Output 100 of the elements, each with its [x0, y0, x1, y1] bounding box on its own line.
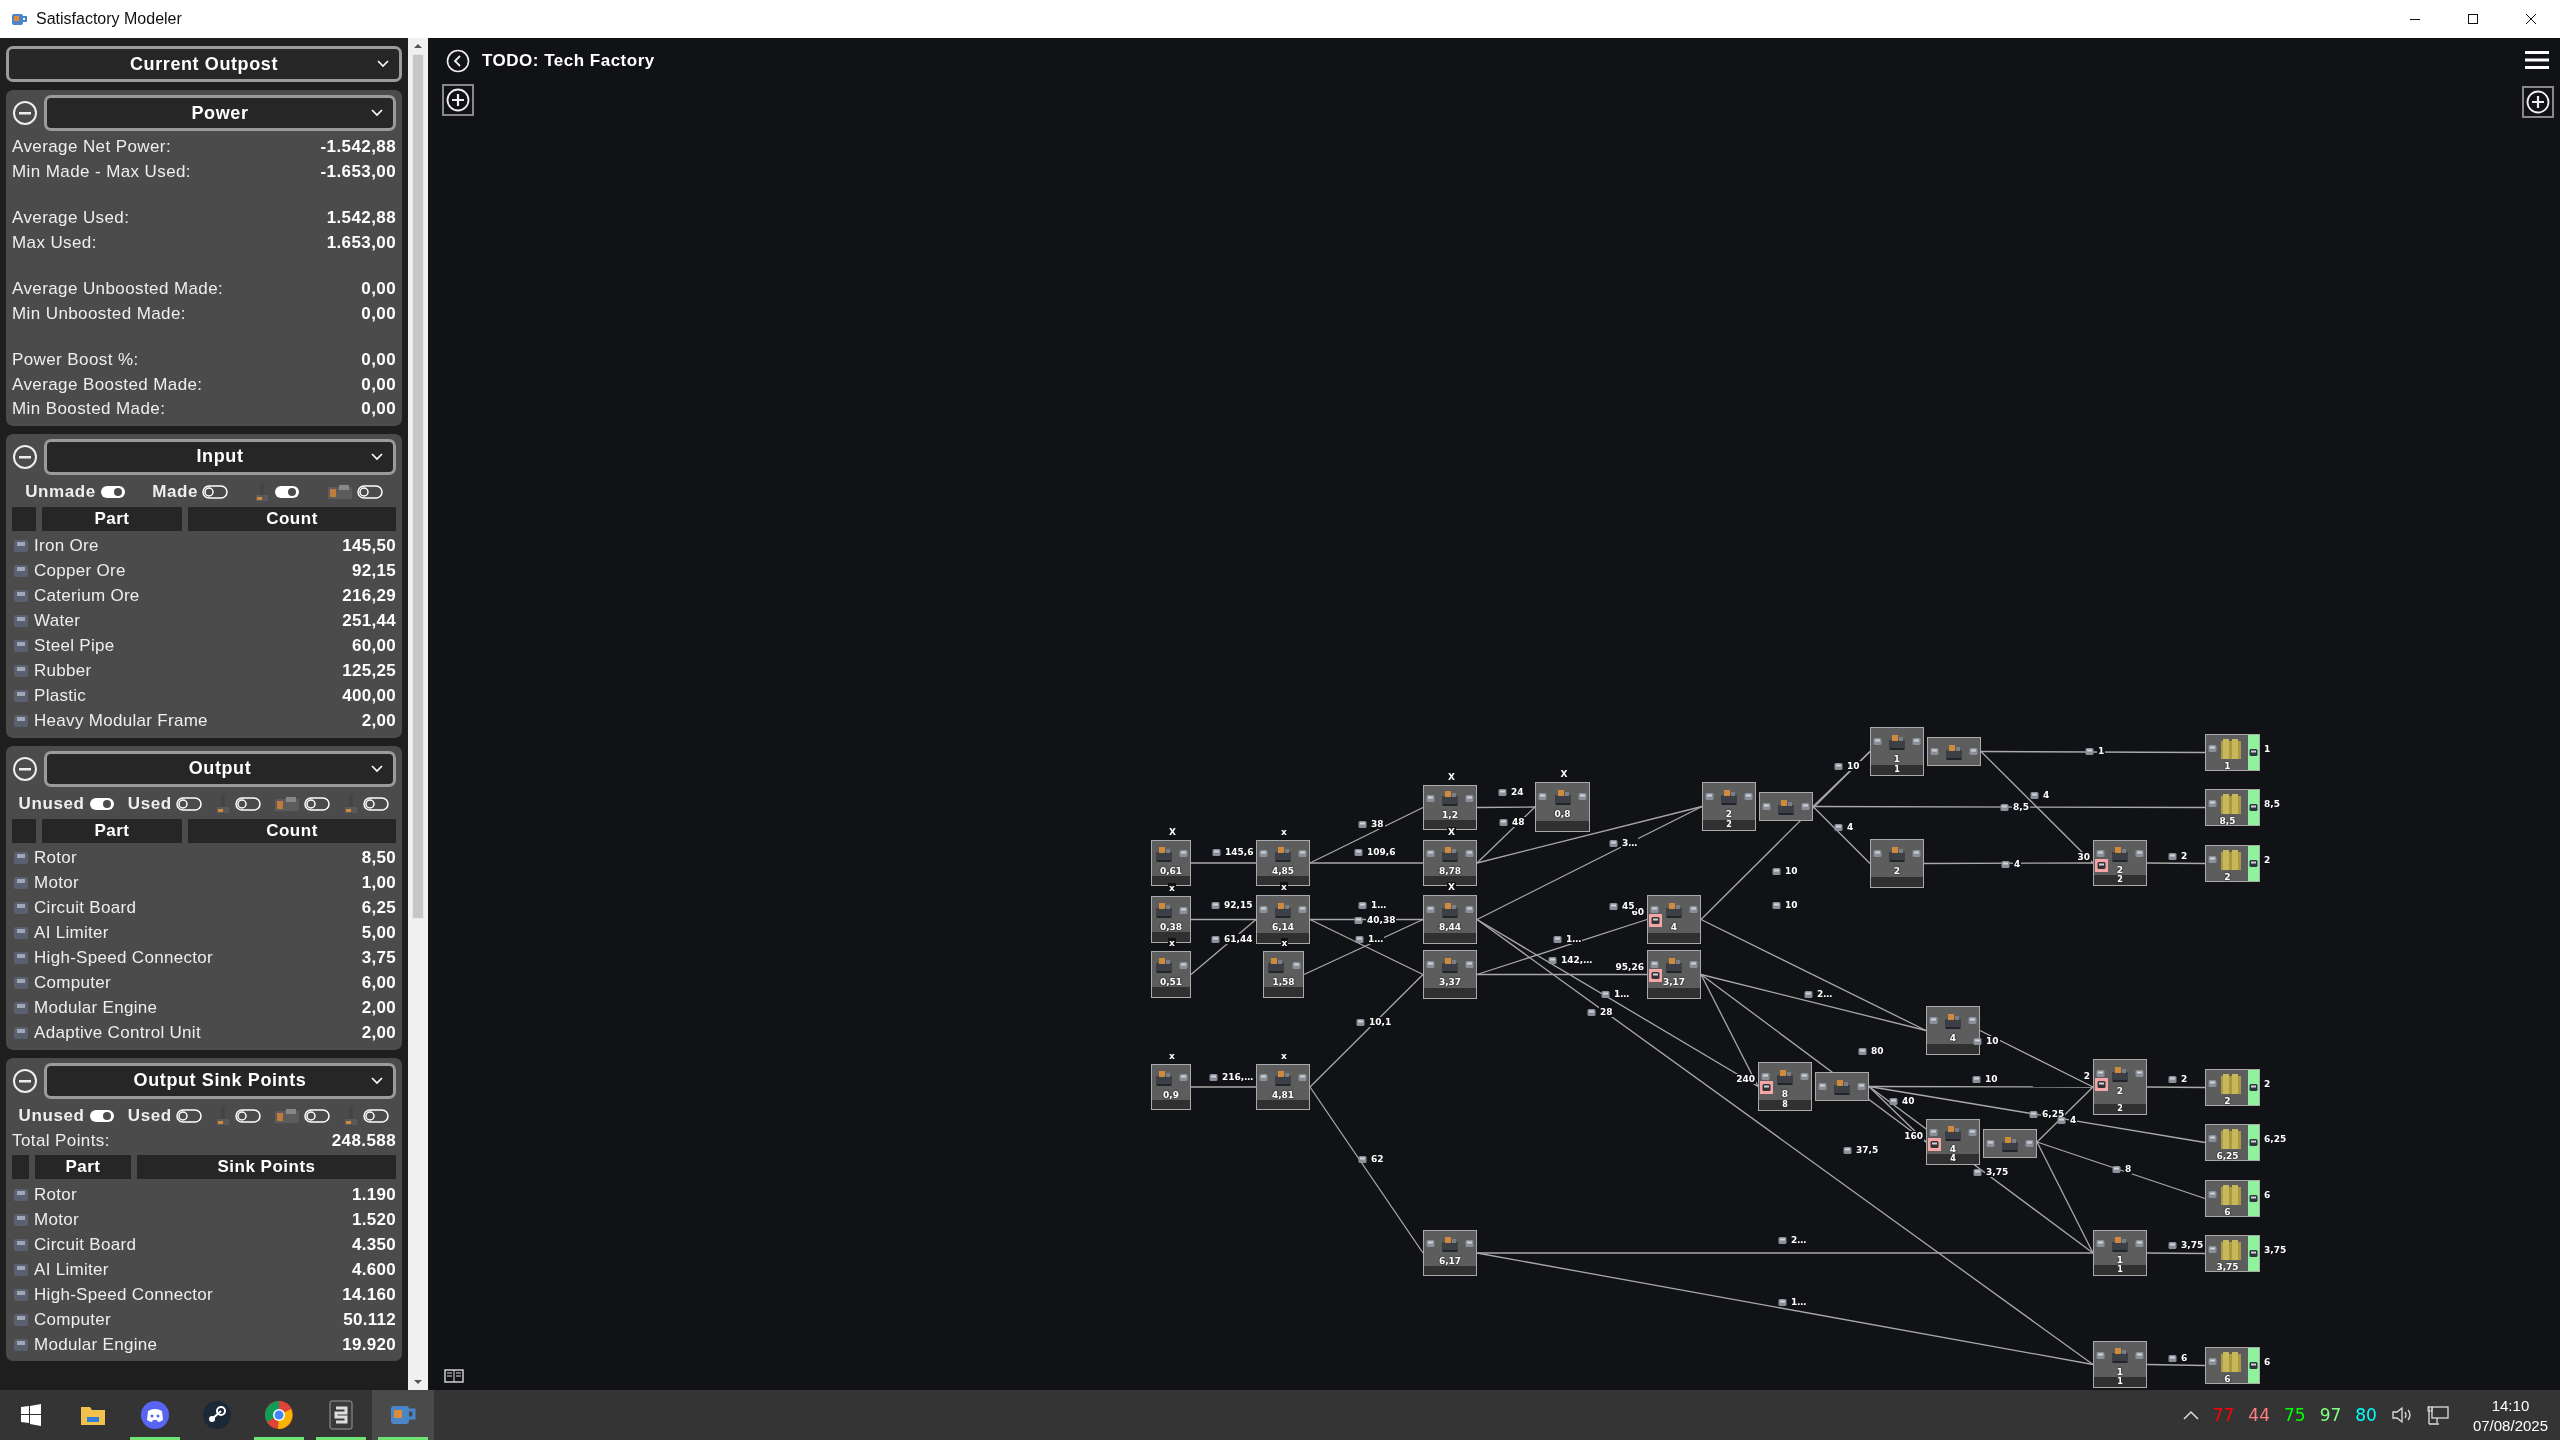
toggle-switch[interactable] [175, 796, 202, 811]
toggle-switch[interactable] [274, 484, 301, 499]
section-dropdown[interactable]: Power [44, 95, 396, 131]
part-icon [12, 924, 30, 942]
machine-node[interactable]: 4 [1647, 895, 1701, 944]
collapse-icon[interactable] [12, 443, 38, 470]
machine-node[interactable]: 1,58 [1263, 951, 1304, 998]
outpost-dropdown[interactable]: Current Outpost [6, 46, 402, 82]
machine-node[interactable]: 2 2 [2093, 840, 2147, 886]
section-dropdown[interactable]: Output Sink Points [44, 1062, 396, 1099]
mug-app-icon[interactable] [372, 1390, 434, 1440]
item-icon [1800, 1072, 1809, 1081]
stat-label: Min Boosted Made: [12, 399, 166, 420]
part-icon [12, 874, 30, 892]
machine-node[interactable]: 2 2 [1702, 782, 1756, 831]
part-icon [12, 999, 30, 1017]
column-header[interactable]: Count [188, 506, 396, 531]
sink-node[interactable]: 6 [2205, 1180, 2260, 1217]
toggle-switch[interactable] [356, 484, 383, 499]
machine-node[interactable]: 0,61 [1151, 840, 1191, 886]
part-name: Caterium Ore [34, 586, 141, 606]
machine-node[interactable]: 0,8 [1535, 782, 1590, 832]
scrollbar-thumb[interactable] [412, 54, 424, 919]
machine-node[interactable]: 8,44 [1423, 895, 1477, 944]
attached-machine[interactable] [1759, 792, 1813, 821]
machine-node[interactable]: 1 1 [2093, 1341, 2147, 1388]
section-dropdown[interactable]: Input [44, 438, 396, 475]
node-value: 1 [2116, 1255, 2124, 1265]
toggle-switch[interactable] [234, 1108, 261, 1123]
toggle-switch[interactable] [363, 796, 390, 811]
machine-icon [1273, 1068, 1293, 1087]
machine-node[interactable]: 2 [1870, 839, 1924, 888]
machine-node[interactable]: 2 2 [2093, 1059, 2147, 1115]
column-header[interactable]: Part [42, 506, 182, 531]
toggle-switch[interactable] [304, 796, 331, 811]
flow-rate: 109,6 [1366, 847, 1397, 857]
toggle-switch[interactable] [304, 1108, 331, 1123]
item-icon [2135, 849, 2144, 858]
scrollbar[interactable] [408, 38, 428, 1390]
node-value: 4 [1949, 1033, 1957, 1043]
toggle-switch[interactable] [88, 796, 115, 811]
node-marker: x [1168, 938, 1176, 948]
flow-rate: 145,6 [1224, 847, 1255, 857]
machine-node[interactable]: 4 4 [1926, 1119, 1980, 1165]
section-dropdown[interactable]: Output [44, 750, 396, 787]
machine-node[interactable]: 0,51 [1151, 951, 1191, 998]
flow-rate: 48 [1511, 817, 1526, 827]
sink-node[interactable]: 8,5 [2205, 789, 2260, 826]
machine-node[interactable]: 1 1 [1870, 727, 1924, 776]
collapse-icon[interactable] [12, 100, 38, 126]
flow-rate: 10 [1784, 866, 1799, 876]
toggle-switch[interactable] [99, 484, 126, 499]
scroll-down-arrow-icon[interactable] [413, 1378, 423, 1386]
machine-node[interactable]: 3,37 [1423, 950, 1477, 999]
speaker-icon[interactable] [2390, 1406, 2413, 1424]
sink-node[interactable]: 6 [2205, 1347, 2260, 1384]
sink-node[interactable]: 3,75 [2205, 1235, 2260, 1272]
network-icon[interactable] [2426, 1405, 2449, 1425]
back-icon[interactable] [444, 47, 472, 75]
add-button[interactable] [2522, 86, 2554, 118]
toggle-switch[interactable] [88, 1108, 115, 1123]
toggle-switch[interactable] [202, 484, 229, 499]
item-icon [2135, 1239, 2144, 1248]
scroll-up-arrow-icon[interactable] [413, 42, 423, 50]
machine-icon [2110, 844, 2130, 863]
sink-node[interactable]: 1 [2205, 734, 2260, 771]
toggle-switch[interactable] [175, 1108, 202, 1123]
sink-node[interactable]: 6,25 [2205, 1124, 2260, 1161]
book-icon[interactable] [442, 1366, 466, 1386]
machine-node[interactable]: 1 1 [2093, 1230, 2147, 1276]
machine-node[interactable]: 8 8 [1758, 1062, 1812, 1111]
attached-machine[interactable] [1983, 1129, 2037, 1158]
chevron-up-icon[interactable] [2182, 1410, 2199, 1420]
collapse-icon[interactable] [12, 1067, 38, 1094]
collapse-icon[interactable] [12, 755, 38, 782]
item-icon [1354, 847, 1363, 857]
machine-node[interactable]: 4,81 [1256, 1064, 1310, 1110]
attached-machine[interactable] [1927, 737, 1981, 766]
node-value: 2 [2224, 872, 2231, 882]
machine-icon [1943, 1011, 1963, 1030]
machine-node[interactable]: 6,17 [1423, 1230, 1477, 1276]
toggle-switch[interactable] [363, 1108, 390, 1123]
add-button[interactable] [442, 84, 474, 116]
sink-machine-icon [2219, 1237, 2243, 1262]
machine-icon [1719, 787, 1739, 806]
machine-node[interactable]: 0,9 [1151, 1064, 1191, 1110]
toggle-switch[interactable] [234, 796, 261, 811]
sink-node[interactable]: 2 [2205, 1069, 2260, 1106]
column-header[interactable]: Sink Points [137, 1155, 396, 1179]
rate-label: 3,75 [2263, 1245, 2288, 1255]
node-footer [1424, 875, 1476, 885]
machine-node[interactable]: 3,17 [1647, 950, 1701, 999]
machine-node[interactable]: 4,85 [1256, 840, 1310, 886]
sink-node[interactable]: 2 [2205, 845, 2260, 882]
column-header[interactable]: Count [188, 818, 396, 843]
stat-label: Min Unboosted Made: [12, 303, 186, 324]
column-header[interactable]: Part [35, 1155, 131, 1179]
attached-machine[interactable] [1815, 1072, 1869, 1101]
column-header[interactable]: Part [42, 818, 182, 843]
machine-node[interactable]: 4 [1926, 1006, 1980, 1055]
